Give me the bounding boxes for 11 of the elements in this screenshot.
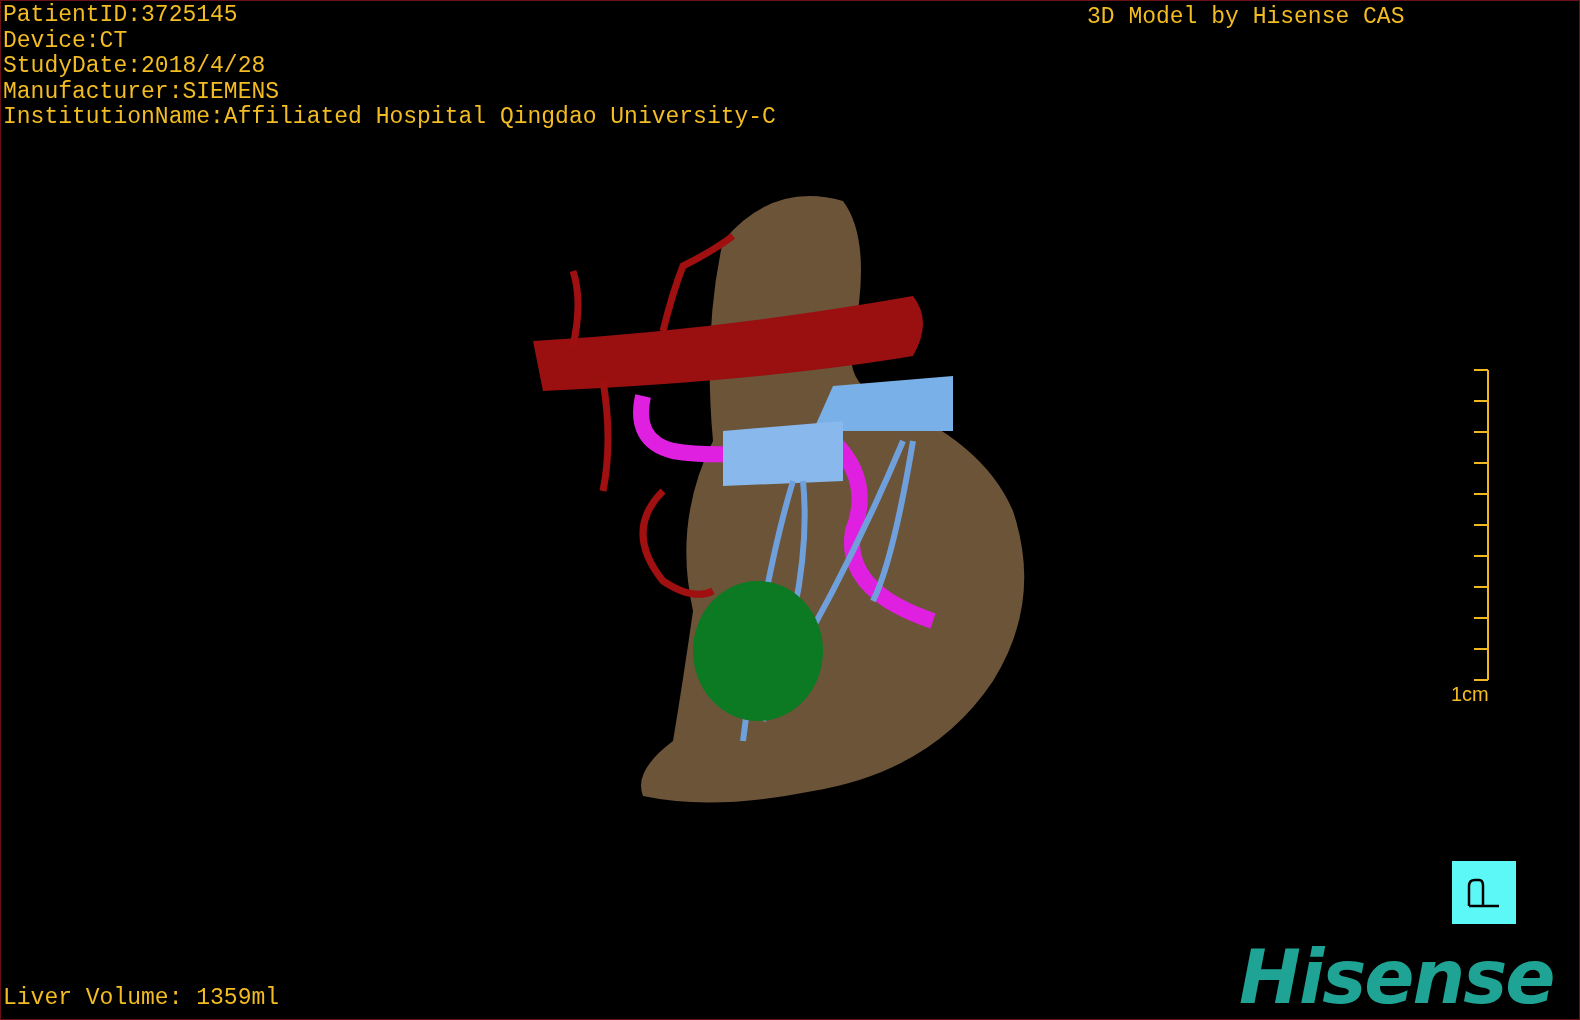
liver-volume-text: Liver Volume: 1359ml bbox=[3, 985, 280, 1011]
study-info-text: Device:CT bbox=[3, 28, 128, 54]
brand-logo: Hisense bbox=[1239, 939, 1554, 1015]
study-info-text: StudyDate:2018/4/28 bbox=[3, 54, 266, 80]
orientation-glyph-icon bbox=[1467, 877, 1501, 908]
study-info-text: InstitutionName:Affiliated Hospital Qingdao University-C bbox=[3, 105, 776, 131]
study-info-text: PatientID:3725145 bbox=[3, 3, 238, 29]
orientation-cube[interactable] bbox=[1452, 861, 1516, 924]
model-credit-text: 3D Model by Hisense CAS bbox=[1087, 4, 1405, 30]
study-info-text: Manufacturer:SIEMENS bbox=[3, 79, 280, 105]
scale-label: 1cm bbox=[1451, 683, 1489, 706]
